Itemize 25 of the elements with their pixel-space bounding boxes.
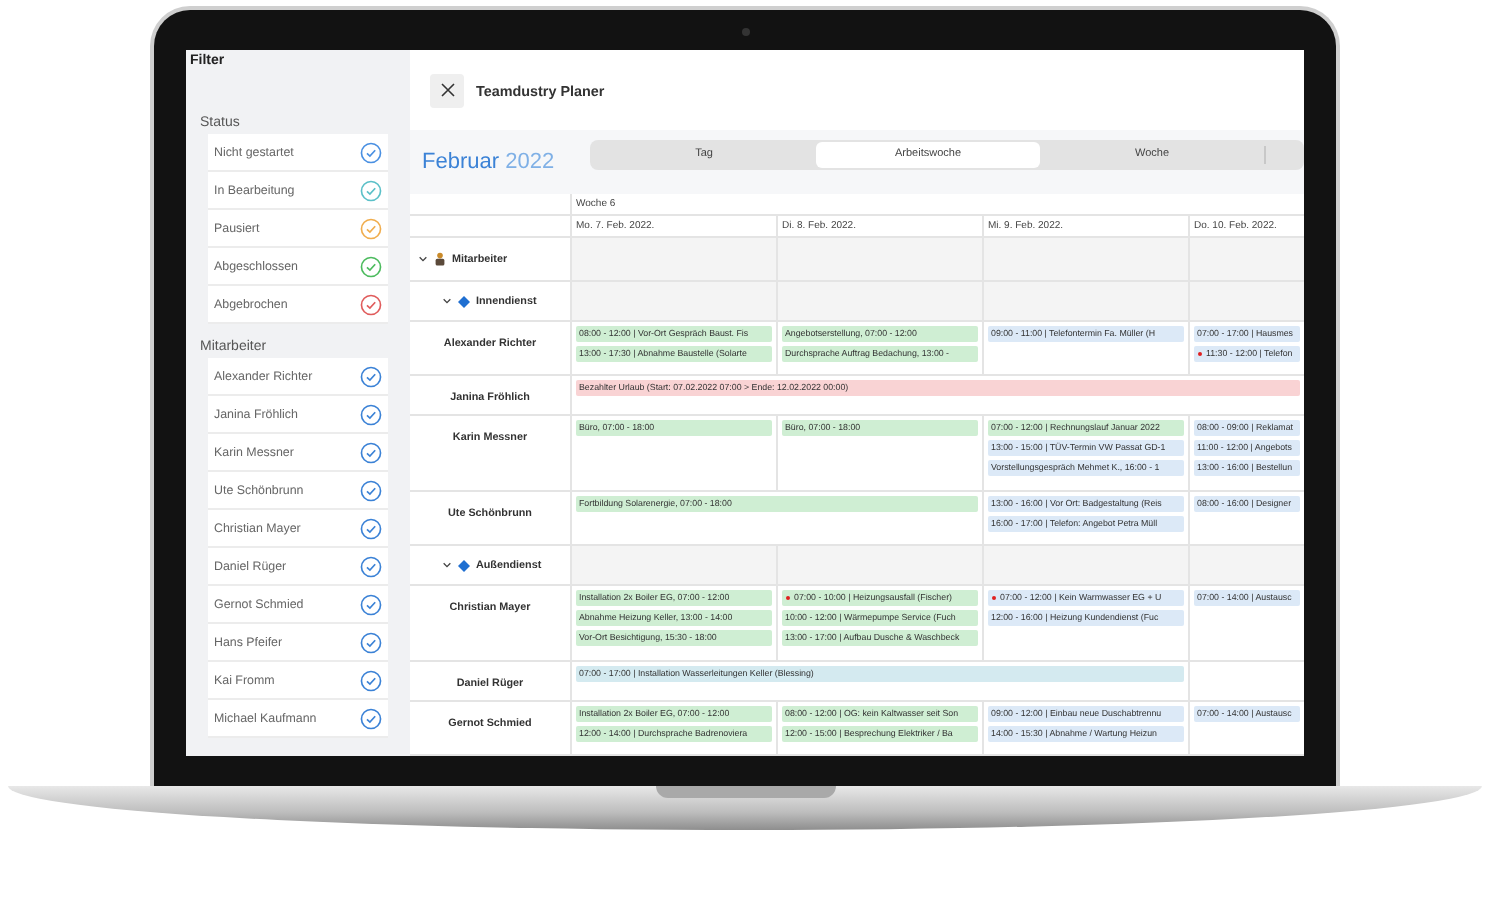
check-circle-icon[interactable] — [360, 555, 382, 577]
close-icon — [439, 82, 455, 98]
check-circle-icon[interactable] — [360, 217, 382, 239]
check-circle-icon[interactable] — [360, 293, 382, 315]
check-circle-icon[interactable] — [360, 669, 382, 691]
close-button[interactable] — [430, 73, 464, 107]
check-circle-icon[interactable] — [360, 479, 382, 501]
check-circle-icon[interactable] — [360, 441, 382, 463]
check-circle-icon[interactable] — [360, 403, 382, 425]
chevron-icon[interactable] — [442, 296, 452, 306]
worker-icon — [434, 252, 446, 266]
check-circle-icon[interactable] — [360, 365, 382, 387]
check-circle-icon[interactable] — [360, 517, 382, 539]
check-circle-icon[interactable] — [360, 707, 382, 729]
check-circle-icon[interactable] — [360, 255, 382, 277]
check-circle-icon[interactable] — [360, 179, 382, 201]
chevron-icon[interactable] — [418, 254, 428, 264]
month-title: Februar 2022 — [422, 150, 557, 174]
diamond-icon — [458, 559, 470, 571]
camera-dot — [741, 28, 749, 36]
check-circle-icon[interactable] — [360, 141, 382, 163]
check-circle-icon[interactable] — [360, 631, 382, 653]
diamond-icon — [458, 295, 470, 307]
check-circle-icon[interactable] — [360, 593, 382, 615]
chevron-icon[interactable] — [442, 560, 452, 570]
